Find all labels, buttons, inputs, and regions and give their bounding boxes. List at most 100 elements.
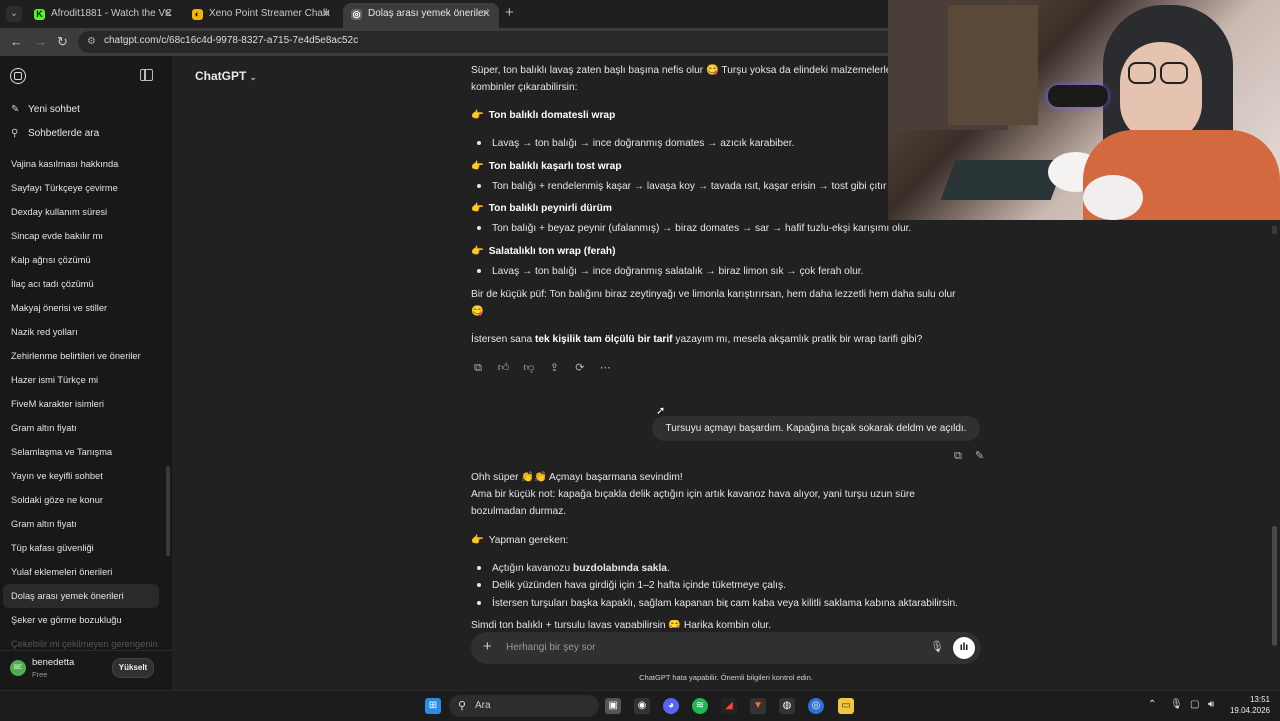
url-field[interactable]: ⚙ chatgpt.com/c/68c16c4d-9978-8327-a715-… — [78, 31, 898, 53]
recipe-heading: 👉 Ton balıklı kaşarlı tost wrap — [471, 161, 622, 172]
assistant-reply-note: Ama bir küçük not: kapağa bıçakla delik … — [471, 489, 915, 500]
edit-icon[interactable]: ✎ — [975, 450, 984, 462]
model-selector[interactable]: ChatGPT ⌄ — [195, 69, 257, 83]
main-scrollbar[interactable] — [1272, 526, 1277, 646]
scrollbar-arrow[interactable] — [1272, 226, 1277, 234]
chat-history-item[interactable]: Soldaki göze ne konur — [0, 488, 159, 512]
kick-icon: K — [34, 9, 45, 20]
assistant-offer: İstersen sana tek kişilik tam ölçülü bir… — [471, 334, 923, 345]
forward-icon[interactable]: → — [34, 34, 47, 49]
chat-composer[interactable]: + Herhangi bir şey sor 🎙︎ ılı — [471, 632, 981, 664]
brave-icon[interactable]: ▼ — [750, 698, 766, 714]
chat-history-item[interactable]: Kalp ağrısı çözümü — [0, 248, 159, 272]
spotify-icon[interactable]: ≋ — [692, 698, 708, 714]
chat-history-item[interactable]: Sincap evde bakılır mı — [0, 224, 159, 248]
xeno-icon: ◐ — [192, 9, 203, 20]
webcam-plush — [1083, 175, 1143, 220]
obs-icon[interactable]: ◍ — [779, 698, 795, 714]
discord-icon[interactable]: ◕ — [663, 698, 679, 714]
steam-icon[interactable]: ◉ — [634, 698, 650, 714]
assistant-tip: Bir de küçük püf: Ton balığını biraz zey… — [471, 289, 956, 300]
bullet-icon — [477, 184, 481, 189]
taskbar-search[interactable]: ⚲ Ara — [449, 695, 599, 717]
composer-input[interactable]: Herhangi bir şey sor — [506, 642, 595, 653]
copy-icon[interactable]: ⧉ — [471, 361, 485, 375]
task-view-icon[interactable]: ▣ — [605, 698, 621, 714]
chat-history-item[interactable]: Yulaf eklemeleri önerileri — [0, 560, 159, 584]
file-explorer-icon[interactable]: ▭ — [838, 698, 854, 714]
voice-mode-icon[interactable]: ılı — [953, 637, 975, 659]
user-name: benedetta — [32, 657, 75, 668]
chat-history-item[interactable]: Vajina kasılması hakkında — [0, 152, 159, 176]
chat-history-item[interactable]: Tüp kafası güvenliği — [0, 536, 159, 560]
microphone-icon[interactable]: 🎙︎ — [930, 640, 944, 653]
microphone-tray-icon[interactable]: 🎙︎ — [1170, 699, 1183, 710]
reload-icon[interactable]: ↻ — [57, 34, 68, 50]
avatar: BE — [10, 660, 26, 676]
sidebar-scrollbar[interactable] — [166, 466, 170, 556]
chat-history-item[interactable]: İlaç acı tadı çözümü — [0, 272, 159, 296]
copy-icon[interactable]: ⧉ — [954, 450, 962, 462]
chat-history-item-active[interactable]: Dolaş arası yemek önerileri — [3, 584, 159, 608]
recipe-detail: Lavaş → ton balığı → ince doğranmış sala… — [477, 266, 863, 277]
close-tab-icon[interactable]: ✕ — [482, 3, 491, 25]
new-tab-icon[interactable]: + — [505, 4, 514, 21]
search-icon: ⚲ — [458, 700, 467, 712]
site-info-icon[interactable]: ⚙ — [87, 36, 96, 47]
back-icon[interactable]: ← — [10, 34, 23, 49]
browser-tab-chatgpt[interactable]: ◎ Dolaş arası yemek önerileri ✕ — [343, 3, 499, 28]
chrome-icon[interactable]: ◎ — [808, 698, 824, 714]
assistant-cut-line: Şimdi ton balıklı + turşulu lavaş yapabi… — [471, 620, 772, 628]
chat-history-item[interactable]: Nazik red yolları — [0, 320, 159, 344]
thumbs-up-icon[interactable]: 👍︎ — [496, 361, 510, 375]
thumbs-down-icon[interactable]: 👎︎ — [522, 361, 536, 375]
recipe-heading: 👉 Salatalıklı ton wrap (ferah) — [471, 246, 616, 257]
chat-history-item[interactable]: Şeker ve görme bozukluğu — [0, 608, 159, 632]
new-chat-button[interactable]: ✎ Yeni sohbet — [11, 104, 80, 115]
regenerate-icon[interactable]: ⟳ — [573, 361, 587, 375]
user-message-actions: ⧉ ✎ — [944, 449, 984, 463]
chat-history-item[interactable]: Çekebilir mi çekilmeyen gerengenin — [0, 632, 159, 650]
browser-tab-kick[interactable]: K Afrodit1881 - Watch the VOD o ✕ — [26, 3, 181, 28]
bullet-icon — [477, 583, 481, 588]
tab-search-icon[interactable]: ⌄ — [6, 6, 22, 22]
webcam-overlay — [888, 0, 1280, 220]
upgrade-button[interactable]: Yükselt — [112, 658, 154, 678]
chevron-down-icon: ⌄ — [249, 72, 257, 82]
message-actions: ⧉ 👍︎ 👎︎ ⇪ ⟳ ⋯ — [471, 358, 619, 376]
chat-history-item[interactable]: Yayın ve keyifli sohbet — [0, 464, 159, 488]
chat-history-item[interactable]: Gram altın fiyatı — [0, 512, 159, 536]
scroll-down-icon[interactable]: ↓ — [720, 596, 734, 610]
system-clock[interactable]: 13:51 19.04.2026 — [1226, 694, 1270, 716]
windows-start-icon[interactable]: ⊞ — [425, 698, 441, 714]
attach-plus-icon[interactable]: + — [483, 638, 492, 655]
close-tab-icon[interactable]: ✕ — [322, 3, 331, 25]
chat-history-item[interactable]: Dexday kullanım süresi — [0, 200, 159, 224]
browser-tab-xeno[interactable]: ◐ Xeno Point Streamer Challenge ✕ — [184, 3, 339, 28]
search-chats-button[interactable]: ⚲ Sohbetlerde ara — [11, 128, 99, 139]
share-icon[interactable]: ⇪ — [547, 361, 561, 375]
more-icon[interactable]: ⋯ — [598, 361, 612, 375]
pointing-hand-icon: 👉 — [471, 110, 484, 121]
disclaimer: ChatGPT hata yapabilir. Önemli bilgileri… — [639, 673, 813, 682]
webcam-person-face — [1120, 42, 1202, 142]
chat-history-item[interactable]: Selamlaşma ve Tanışma — [0, 440, 159, 464]
app-icon[interactable]: ◢ — [721, 698, 737, 714]
volume-icon[interactable]: 🔊︎ — [1208, 699, 1214, 710]
sidebar-toggle-icon[interactable] — [140, 69, 153, 81]
tray-chevron-icon[interactable]: ⌃ — [1148, 699, 1156, 710]
assistant-intro-cont: kombinler çıkarabilirsin: — [471, 82, 578, 93]
close-tab-icon[interactable]: ✕ — [164, 3, 173, 25]
recipe-detail: Ton balığı + beyaz peynir (ufalanmış) → … — [477, 223, 911, 234]
user-profile[interactable]: BE benedetta Free Yükselt — [0, 650, 172, 691]
chat-history-item[interactable]: Sayfayı Türkçeye çevirme — [0, 176, 159, 200]
edit-icon: ✎ — [11, 104, 20, 115]
display-icon[interactable]: ▢ — [1190, 699, 1199, 710]
chat-history-item[interactable]: Hazer ismi Türkçe mi — [0, 368, 159, 392]
chat-history-item[interactable]: FiveM karakter isimleri — [0, 392, 159, 416]
bullet-icon — [477, 601, 481, 606]
chatgpt-logo-icon[interactable] — [10, 68, 26, 84]
chat-history-item[interactable]: Gram altın fiyatı — [0, 416, 159, 440]
chat-history-item[interactable]: Zehirlenme belirtileri ve öneriler — [0, 344, 159, 368]
chat-history-item[interactable]: Makyaj önerisi ve stiller — [0, 296, 159, 320]
